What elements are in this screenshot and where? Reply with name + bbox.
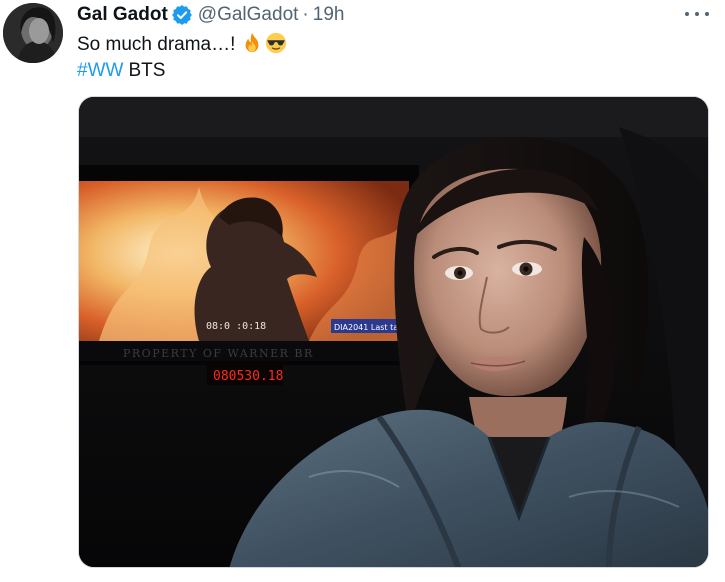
verified-badge-icon bbox=[171, 5, 192, 25]
tweet-text: So much drama…! bbox=[77, 34, 236, 55]
red-counter-display: 080530.18 bbox=[213, 369, 283, 384]
tweet-photo[interactable]: 08:0 :0:18 DIA2041 Last take: 2 PROPERTY… bbox=[78, 96, 709, 568]
sunglasses-emoji-icon bbox=[265, 32, 287, 58]
author-handle[interactable]: @GalGadot bbox=[198, 4, 299, 26]
tweet-timestamp[interactable]: 19h bbox=[313, 4, 345, 26]
tweet-header: Gal Gadot @GalGadot · 19h bbox=[77, 3, 344, 27]
tweet-text-line-1: So much drama…! bbox=[77, 32, 287, 58]
tweet[interactable]: Gal Gadot @GalGadot · 19h So much drama…… bbox=[0, 0, 725, 582]
header-separator: · bbox=[302, 4, 309, 25]
more-options-icon[interactable] bbox=[685, 6, 709, 22]
monitor-watermark: PROPERTY OF WARNER BR bbox=[123, 347, 314, 360]
author-avatar[interactable] bbox=[3, 3, 63, 63]
fire-emoji-icon bbox=[241, 32, 263, 58]
author-name[interactable]: Gal Gadot bbox=[77, 4, 168, 26]
tweet-text-line-2: #WW BTS bbox=[77, 58, 165, 84]
monitor-timecode: 08:0 :0:18 bbox=[206, 321, 266, 332]
tweet-text-suffix: BTS bbox=[128, 60, 166, 81]
hashtag-link[interactable]: #WW bbox=[77, 60, 123, 82]
